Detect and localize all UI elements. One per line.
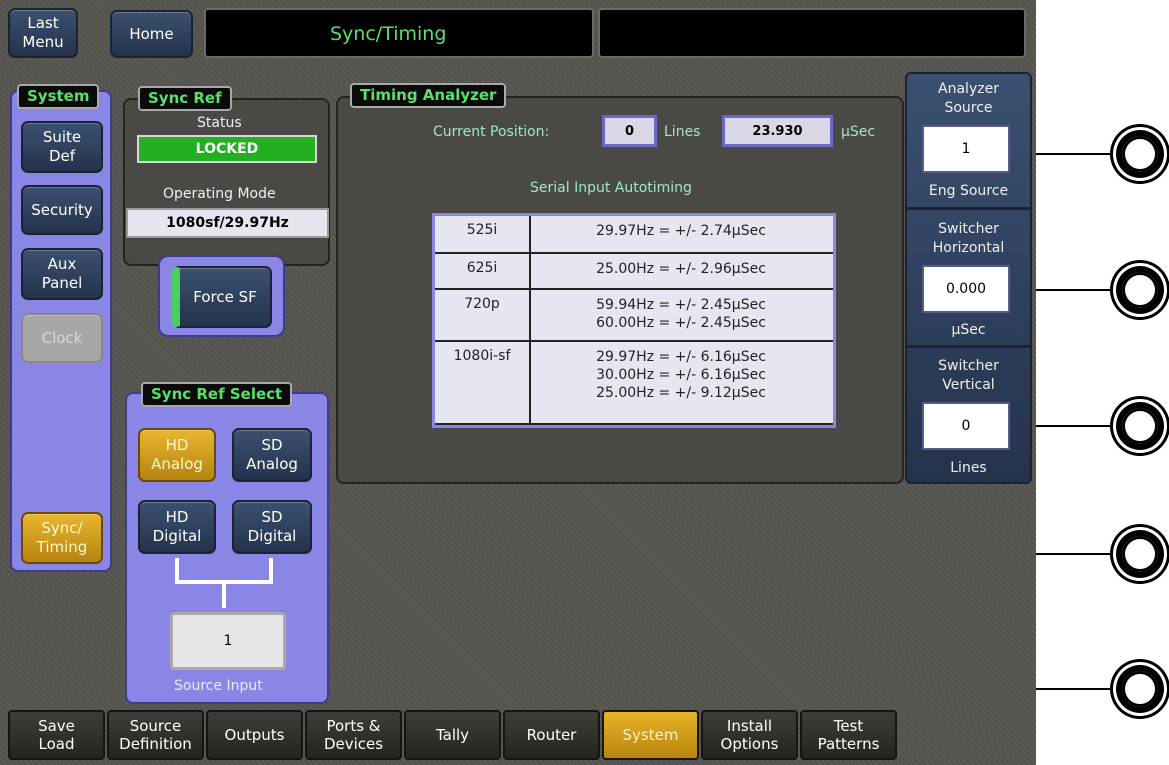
operating-mode-value: 1080sf/29.97Hz — [126, 208, 329, 238]
nav-test-patterns[interactable]: Test Patterns — [800, 710, 897, 760]
table-divider — [529, 216, 531, 425]
connector-line — [269, 558, 273, 582]
autotiming-table: 525i 29.97Hz = +/- 2.74µSec 625i 25.00Hz… — [432, 213, 836, 428]
sync-ref-select-title: Sync Ref Select — [141, 382, 293, 407]
values-cell: 25.00Hz = +/- 2.96µSec — [596, 261, 766, 277]
switcher-vertical-sub: Lines — [950, 460, 987, 476]
current-position-label: Current Position: — [433, 124, 550, 140]
switcher-vertical-field[interactable]: 0 — [922, 402, 1010, 450]
switcher-vertical-label: Switcher Vertical — [938, 358, 999, 393]
values-cell: 29.97Hz = +/- 2.74µSec — [596, 223, 766, 239]
sidebar-item-sync-timing[interactable]: Sync/ Timing — [21, 512, 103, 564]
table-row: 720p 59.94Hz = +/- 2.45µSec 60.00Hz = +/… — [435, 290, 833, 342]
sidebar-item-aux-panel[interactable]: Aux Panel — [21, 248, 103, 300]
switcher-horizontal-label: Switcher Horizontal — [932, 221, 1005, 256]
nav-system[interactable]: System — [602, 710, 699, 760]
nav-tally[interactable]: Tally — [404, 710, 501, 760]
switcher-horizontal-sub: µSec — [951, 322, 986, 338]
hd-analog-button[interactable]: HD Analog — [138, 428, 216, 482]
table-row: 525i 29.97Hz = +/- 2.74µSec — [435, 216, 833, 254]
analyzer-source-sub: Eng Source — [928, 183, 1009, 199]
usec-value: 23.930 — [722, 115, 833, 147]
switcher-horizontal-field[interactable]: 0.000 — [922, 265, 1010, 313]
system-sidebar-title: System — [17, 84, 100, 109]
nav-install-options[interactable]: Install Options — [701, 710, 798, 760]
connector-line — [175, 558, 179, 582]
knob-line — [1036, 153, 1120, 155]
source-input-label: Source Input — [174, 678, 263, 694]
home-button[interactable]: Home — [110, 10, 193, 58]
autotiming-title: Serial Input Autotiming — [530, 180, 692, 196]
format-cell: 720p — [464, 296, 500, 312]
sync-timing-screen: Last Menu Home Sync/Timing System Suite … — [0, 0, 1036, 765]
nav-save-load[interactable]: Save Load — [8, 710, 105, 760]
hd-digital-button[interactable]: HD Digital — [138, 500, 216, 554]
sidebar-item-security[interactable]: Security — [21, 185, 103, 235]
knob-line — [1036, 553, 1120, 555]
lines-value: 0 — [602, 115, 657, 147]
status-badge: LOCKED — [137, 135, 317, 163]
nav-source-definition[interactable]: Source Definition — [107, 710, 204, 760]
sidebar-item-suite-def[interactable]: Suite Def — [21, 121, 103, 173]
nav-router[interactable]: Router — [503, 710, 600, 760]
source-input-field[interactable]: 1 — [170, 612, 286, 670]
nav-ports-devices[interactable]: Ports & Devices — [305, 710, 402, 760]
nav-outputs[interactable]: Outputs — [206, 710, 303, 760]
lines-unit: Lines — [664, 124, 701, 140]
sd-digital-button[interactable]: SD Digital — [232, 500, 312, 554]
knob-icon[interactable] — [1116, 530, 1164, 578]
usec-unit: µSec — [841, 124, 876, 140]
force-sf-button[interactable]: Force SF — [172, 266, 272, 328]
analyzer-source-field[interactable]: 1 — [922, 125, 1010, 173]
format-cell: 1080i-sf — [453, 348, 511, 364]
knob-icon[interactable] — [1116, 266, 1164, 314]
knob-icon[interactable] — [1116, 402, 1164, 450]
sync-ref-title: Sync Ref — [138, 86, 232, 111]
divider — [905, 345, 1032, 348]
divider — [905, 207, 1032, 210]
knob-icon[interactable] — [1116, 665, 1164, 713]
knob-line — [1036, 688, 1120, 690]
sidebar-item-clock[interactable]: Clock — [21, 313, 103, 363]
knob-icon[interactable] — [1116, 130, 1164, 178]
table-row: 1080i-sf 29.97Hz = +/- 6.16µSec 30.00Hz … — [435, 342, 833, 425]
page-title: Sync/Timing — [330, 23, 447, 45]
connector-line — [222, 582, 226, 608]
operating-mode-label: Operating Mode — [163, 186, 276, 202]
values-cell: 29.97Hz = +/- 6.16µSec 30.00Hz = +/- 6.1… — [596, 349, 766, 401]
values-cell: 59.94Hz = +/- 2.45µSec 60.00Hz = +/- 2.4… — [596, 297, 766, 331]
knob-line — [1036, 425, 1120, 427]
knob-line — [1036, 289, 1120, 291]
table-row: 625i 25.00Hz = +/- 2.96µSec — [435, 254, 833, 290]
message-box — [598, 8, 1026, 58]
format-cell: 625i — [466, 260, 498, 276]
format-cell: 525i — [466, 222, 498, 238]
last-menu-button[interactable]: Last Menu — [8, 8, 78, 58]
title-box: Sync/Timing — [204, 8, 594, 58]
timing-analyzer-title: Timing Analyzer — [350, 83, 507, 108]
analyzer-source-label: Analyzer Source — [938, 81, 999, 116]
status-label: Status — [197, 115, 242, 131]
sd-analog-button[interactable]: SD Analog — [232, 428, 312, 482]
